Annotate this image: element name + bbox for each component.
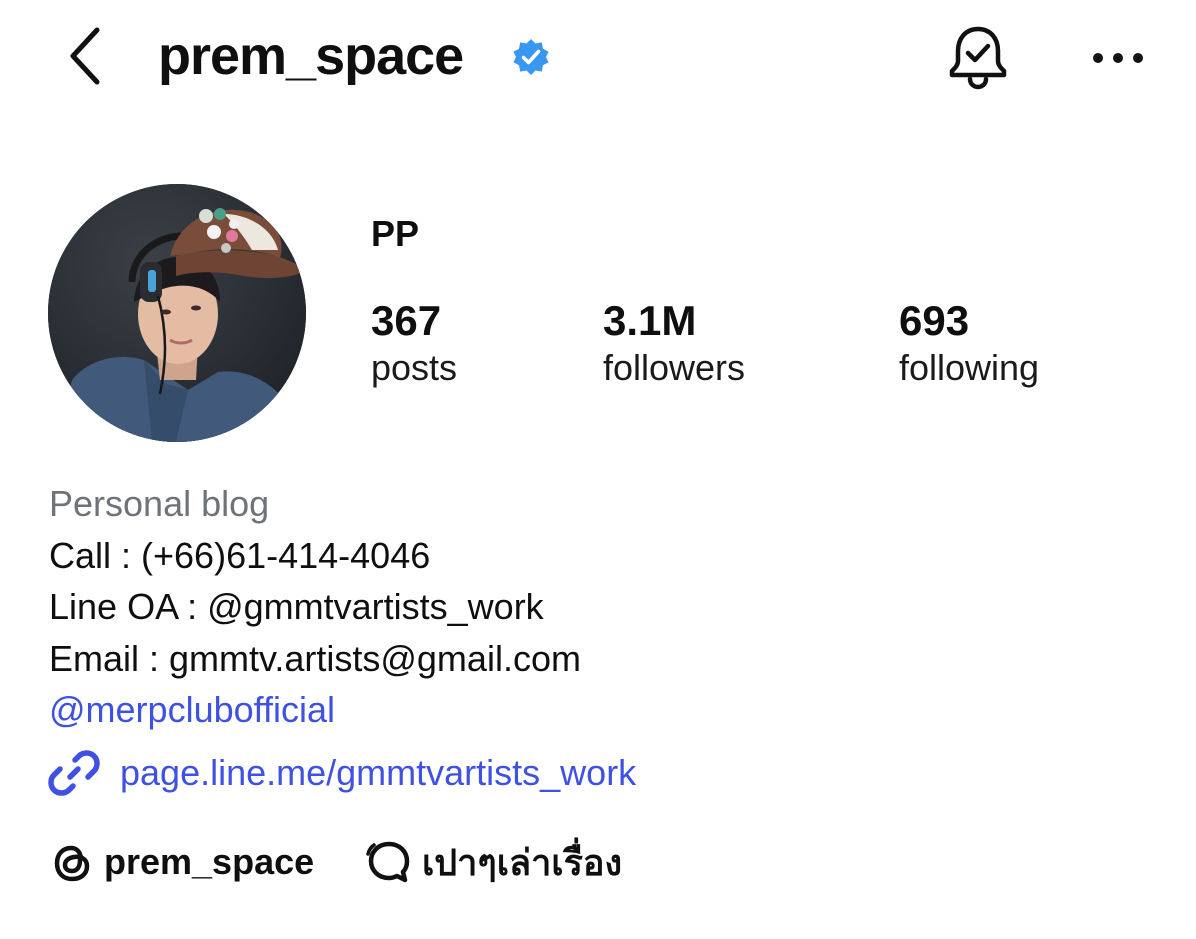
verified-badge-icon [512,38,550,76]
stat-value: 693 [899,297,970,344]
stat-posts[interactable]: 367 posts [371,296,457,390]
threads-icon [54,845,90,882]
bio-line-line-oa: Line OA : @gmmtvartists_work [49,586,544,627]
chat-bubble-icon [366,841,410,883]
bio-mention-link[interactable]: @merpclubofficial [49,684,581,736]
stat-value: 367 [371,297,442,344]
bio-category: Personal blog [49,483,270,524]
bell-check-icon [949,26,1007,90]
stat-label: posts [371,347,458,388]
notification-bell-button[interactable] [940,22,1016,92]
external-link-text: page.line.me/gmmtvartists_work [120,752,637,793]
display-name: PP [371,213,420,254]
channel-name: เปาๆเล่าเรื่อง [422,841,623,883]
chevron-left-icon [70,27,100,85]
stat-following[interactable]: 693 following [899,296,1039,390]
channel-chip[interactable]: เปาๆเล่าเรื่อง [366,834,622,890]
external-link[interactable]: page.line.me/gmmtvartists_work [48,744,636,802]
threads-username: prem_space [104,841,315,882]
bio: Personal blog Call : (+66)61-414-4046 Li… [49,478,581,736]
back-button[interactable] [50,20,120,92]
avatar[interactable] [48,184,306,442]
stat-label: followers [603,347,746,388]
more-options-button[interactable] [1082,30,1154,86]
more-horizontal-icon [1093,53,1143,63]
stat-followers[interactable]: 3.1M followers [603,296,745,390]
avatar-photo [48,184,306,442]
stat-label: following [899,347,1040,388]
page-title: prem_space [158,26,464,86]
link-icon [48,750,100,796]
stat-value: 3.1M [603,297,697,344]
threads-profile-chip[interactable]: prem_space [50,834,314,890]
bio-line-email: Email : gmmtv.artists@gmail.com [49,637,581,679]
bio-line-phone: Call : (+66)61-414-4046 [49,534,431,576]
